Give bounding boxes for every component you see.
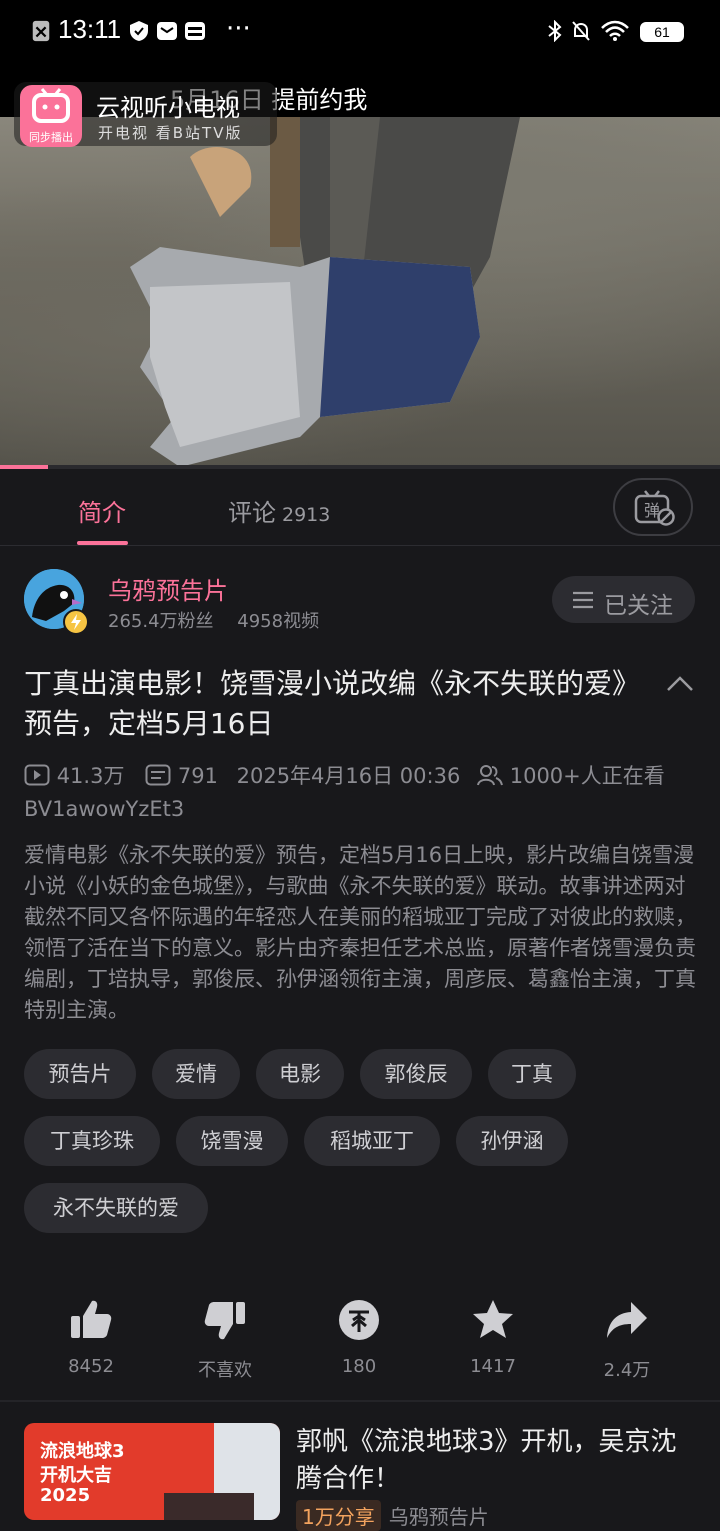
view-count: 41.3万 xyxy=(56,764,125,788)
video-meta-row: 41.3万 791 2025年4月16日 00:36 1000+人正在看 xyxy=(24,760,665,790)
tv-app-badge: 同步播出 xyxy=(29,131,73,144)
battery-indicator: 61 xyxy=(640,22,684,42)
calendar-icon xyxy=(185,22,205,40)
play-count-icon xyxy=(24,764,50,786)
tv-app-title: 云视听小电视 xyxy=(96,94,240,122)
wifi-icon xyxy=(601,20,629,41)
tab-intro[interactable]: 简介 xyxy=(78,493,126,528)
mute-bell-icon xyxy=(572,21,590,41)
shield-icon xyxy=(130,21,148,41)
star-icon xyxy=(473,1300,513,1338)
more-notifications-icon: ··· xyxy=(226,14,251,44)
tab-comments-count: 2913 xyxy=(282,504,331,526)
video-description: 爱情电影《永不失联的爱》预告，定档5月16日上映，影片改编自饶雪漫小说《小妖的金… xyxy=(24,843,696,1022)
tag-chip[interactable]: 电影 xyxy=(256,1049,344,1099)
danmaku-count: 791 xyxy=(177,764,218,788)
tag-chip[interactable]: 永不失联的爱 xyxy=(24,1183,208,1233)
tv-app-subtitle: 开电视 看B站TV版 xyxy=(98,124,243,142)
coin-count: 180 xyxy=(341,1356,377,1377)
danmaku-count-icon xyxy=(145,764,171,786)
tag-chip[interactable]: 稻城亚丁 xyxy=(304,1116,440,1166)
watching-count: 1000+人正在看 xyxy=(509,764,665,788)
uploader-fans: 265.4万粉丝 xyxy=(108,611,214,632)
menu-lines-icon xyxy=(573,591,593,609)
thumb-crowd xyxy=(164,1493,254,1520)
bilibili-tv-icon xyxy=(32,88,70,123)
tag-chip[interactable]: 孙伊涵 xyxy=(456,1116,568,1166)
tab-bar: 简介 评论 2913 xyxy=(0,469,720,546)
tab-comments-label: 评论 xyxy=(228,499,276,527)
favorite-button[interactable]: 1417 xyxy=(433,1298,553,1377)
share-count: 2.4万 xyxy=(603,1360,651,1381)
related-video-thumbnail[interactable]: 流浪地球3 开机大吉 2025 xyxy=(24,1423,280,1520)
video-title: 丁真出演电影！饶雪漫小说改编《永不失联的爱》预告，定档5月16日 xyxy=(24,667,641,740)
share-arrow-icon xyxy=(607,1302,647,1338)
thumb-text-line2: 开机大吉 xyxy=(40,1465,112,1486)
publish-time: 2025年4月16日 00:36 xyxy=(236,764,461,788)
chevron-up-icon[interactable] xyxy=(666,674,694,694)
sim-off-icon xyxy=(32,20,50,42)
like-count: 8452 xyxy=(68,1356,114,1377)
status-bar: 13:11 ··· 61 xyxy=(0,0,720,64)
video-player[interactable]: 5月16日 提前约我 同步播出 云视听小电视 开电视 看B站TV版 xyxy=(0,64,720,466)
bluetooth-icon xyxy=(548,20,562,42)
viewers-icon xyxy=(477,765,504,786)
thumbs-up-icon xyxy=(71,1300,112,1338)
follow-button[interactable]: 已关注 xyxy=(552,576,695,623)
like-button[interactable]: 8452 xyxy=(31,1298,151,1377)
tab-comments[interactable]: 评论 2913 xyxy=(228,493,330,528)
coin-icon xyxy=(339,1300,379,1340)
tag-chip[interactable]: 预告片 xyxy=(24,1049,136,1099)
verified-badge-icon xyxy=(63,609,89,635)
thumbs-down-icon xyxy=(204,1302,245,1340)
tag-chip[interactable]: 郭俊辰 xyxy=(360,1049,472,1099)
thumb-text-line1: 流浪地球3 xyxy=(40,1441,125,1462)
tv-app-promo[interactable]: 同步播出 云视听小电视 开电视 看B站TV版 xyxy=(14,82,277,147)
tag-chip[interactable]: 饶雪漫 xyxy=(176,1116,288,1166)
uploader-video-count: 4958视频 xyxy=(237,611,320,632)
related-author: 乌鸦预告片 xyxy=(388,1505,489,1529)
share-button[interactable]: 2.4万 xyxy=(567,1298,687,1382)
video-frame xyxy=(0,117,720,466)
uploader-name[interactable]: 乌鸦预告片 xyxy=(108,571,228,606)
follow-label: 已关注 xyxy=(604,593,673,619)
danmaku-toggle-button[interactable]: 弹 xyxy=(613,478,693,536)
video-bvid[interactable]: BV1awowYzEt3 xyxy=(24,797,184,821)
related-share-badge: 1万分享 xyxy=(296,1500,381,1531)
tag-chip[interactable]: 丁真珍珠 xyxy=(24,1116,160,1166)
favorite-count: 1417 xyxy=(470,1356,516,1377)
section-divider xyxy=(0,1400,720,1402)
tab-active-indicator xyxy=(77,541,128,545)
related-video-meta: 1万分享 乌鸦预告片 xyxy=(296,1500,489,1531)
coin-button[interactable]: 180 xyxy=(299,1298,419,1377)
tv-app-icon: 同步播出 xyxy=(20,85,82,147)
dislike-label: 不喜欢 xyxy=(198,1360,252,1381)
thumb-text-line3: 2025 xyxy=(40,1485,91,1506)
related-video-title[interactable]: 郭帆《流浪地球3》开机，吴京沈腾合作！ xyxy=(296,1424,696,1498)
video-scene-image xyxy=(130,117,520,466)
message-icon xyxy=(157,22,177,40)
danmaku-off-icon: 弹 xyxy=(634,490,675,526)
dislike-button[interactable]: 不喜欢 xyxy=(165,1298,285,1382)
uploader-stats: 265.4万粉丝 4958视频 xyxy=(108,607,319,633)
tag-chip[interactable]: 丁真 xyxy=(488,1049,576,1099)
status-time: 13:11 xyxy=(58,14,122,44)
tag-chip[interactable]: 爱情 xyxy=(152,1049,240,1099)
